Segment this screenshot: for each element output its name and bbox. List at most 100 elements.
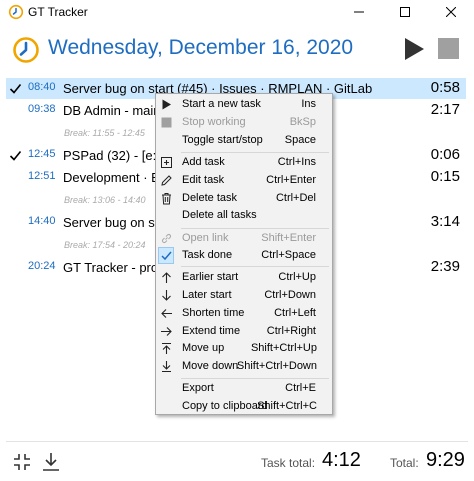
collapse-icon[interactable]	[13, 453, 31, 471]
task-start-time: 14:40	[28, 215, 56, 227]
task-duration: 3:14	[430, 213, 460, 230]
link-icon	[162, 234, 171, 243]
start-button[interactable]	[402, 37, 426, 61]
menu-separator	[181, 266, 329, 267]
arrow-up-icon	[162, 272, 171, 283]
menu-separator	[181, 378, 329, 379]
menu-item-stop-working[interactable]: Stop working BkSp	[157, 114, 331, 131]
menu-item-move-down[interactable]: Move down Shift+Ctrl+Down	[157, 358, 331, 375]
menu-item-shortcut: Space	[284, 134, 316, 146]
menu-item-shortcut: Ctrl+Up	[278, 271, 316, 283]
maximize-icon	[400, 7, 410, 17]
menu-item-earlier-start[interactable]: Earlier start Ctrl+Up	[157, 269, 331, 286]
menu-item-shorten-time[interactable]: Shorten time Ctrl+Left	[157, 305, 331, 322]
menu-item-shortcut: Shift+Ctrl+C	[257, 400, 317, 412]
task-start-time: 08:40	[28, 81, 56, 93]
maximize-button[interactable]	[382, 0, 428, 24]
trash-icon	[162, 193, 171, 205]
play-icon	[162, 99, 171, 110]
arrow-right-icon	[161, 327, 172, 336]
menu-item-shortcut: Ctrl+Right	[266, 325, 316, 337]
menu-item-shortcut: BkSp	[289, 116, 316, 128]
menu-item-shortcut: Ctrl+Ins	[277, 156, 316, 168]
menu-item-shortcut: Ctrl+Left	[274, 307, 316, 319]
move-down-icon	[162, 361, 171, 373]
menu-item-delete-all-tasks[interactable]: Delete all tasks	[157, 207, 331, 224]
task-total-label: Task total:	[261, 456, 316, 470]
menu-item-label: Shorten time	[182, 307, 245, 319]
minimize-icon	[354, 11, 364, 13]
minimize-button[interactable]	[336, 0, 382, 24]
window-title: GT Tracker	[28, 5, 88, 19]
menu-item-label: Start a new task	[182, 98, 261, 110]
clock-icon	[13, 37, 39, 63]
task-duration: 0:58	[430, 79, 460, 96]
break-label: Break: 17:54 - 20:24	[64, 240, 146, 250]
footer-divider	[6, 441, 468, 442]
menu-item-label: Delete all tasks	[182, 209, 257, 221]
menu-item-open-link[interactable]: Open link Shift+Enter	[157, 230, 331, 247]
menu-item-shortcut: Ctrl+Del	[275, 192, 316, 204]
close-icon	[446, 7, 456, 17]
arrow-down-icon	[162, 290, 171, 301]
menu-item-export[interactable]: Export Ctrl+E	[157, 380, 331, 397]
move-up-icon	[162, 342, 171, 354]
menu-item-label: Extend time	[182, 325, 241, 337]
app-clock-icon	[8, 4, 24, 20]
check-icon	[161, 251, 172, 261]
current-date: Wednesday, December 16, 2020	[48, 36, 354, 59]
menu-item-shortcut: Ctrl+E	[285, 382, 316, 394]
menu-item-label: Edit task	[182, 174, 225, 186]
total-value: 9:29	[426, 449, 465, 471]
task-duration: 2:17	[430, 101, 460, 118]
arrow-left-icon	[161, 309, 172, 318]
task-start-time: 20:24	[28, 260, 56, 272]
stop-button[interactable]	[438, 38, 459, 59]
task-start-time: 12:51	[28, 170, 56, 182]
break-label: Break: 11:55 - 12:45	[64, 128, 145, 138]
context-menu: Start a new task Ins Stop working BkSp T…	[155, 93, 333, 415]
menu-item-label: Stop working	[182, 116, 246, 128]
task-duration: 2:39	[430, 258, 460, 275]
menu-separator	[181, 152, 329, 153]
close-button[interactable]	[428, 0, 474, 24]
menu-item-later-start[interactable]: Later start Ctrl+Down	[157, 287, 331, 304]
menu-separator	[181, 228, 329, 229]
done-check-icon	[9, 150, 22, 161]
task-total-value: 4:12	[322, 449, 361, 471]
task-start-time: 09:38	[28, 103, 56, 115]
task-duration: 0:06	[430, 146, 460, 163]
menu-item-move-up[interactable]: Move up Shift+Ctrl+Up	[157, 340, 331, 357]
menu-item-label: Task done	[182, 249, 233, 261]
menu-item-shortcut: Ctrl+Enter	[266, 174, 316, 186]
menu-item-label: Move down	[182, 360, 239, 372]
menu-item-extend-time[interactable]: Extend time Ctrl+Right	[157, 323, 331, 340]
menu-item-start-task[interactable]: Start a new task Ins	[157, 96, 331, 113]
menu-item-shortcut: Ins	[301, 98, 316, 110]
menu-item-label: Move up	[182, 342, 225, 354]
menu-item-shortcut: Shift+Ctrl+Up	[250, 342, 317, 354]
menu-item-toggle-start-stop[interactable]: Toggle start/stop Space	[157, 132, 331, 149]
task-duration: 0:15	[430, 168, 460, 185]
menu-item-label: Add task	[182, 156, 225, 168]
done-check-icon	[9, 83, 22, 94]
pencil-icon	[161, 175, 172, 186]
download-icon[interactable]	[42, 452, 60, 472]
menu-item-shortcut: Shift+Ctrl+Down	[236, 360, 317, 372]
menu-item-delete-task[interactable]: Delete task Ctrl+Del	[157, 190, 331, 207]
menu-item-copy-to-clipboard[interactable]: Copy to clipboard Shift+Ctrl+C	[157, 398, 331, 415]
total-label: Total:	[390, 456, 419, 470]
break-label: Break: 13:06 - 14:40	[64, 195, 146, 205]
menu-item-edit-task[interactable]: Edit task Ctrl+Enter	[157, 172, 331, 189]
menu-item-label: Export	[182, 382, 214, 394]
menu-item-task-done[interactable]: Task done Ctrl+Space	[157, 247, 331, 264]
menu-item-label: Later start	[182, 289, 232, 301]
menu-item-label: Open link	[182, 232, 229, 244]
title-bar: GT Tracker	[0, 0, 474, 24]
menu-item-shortcut: Ctrl+Down	[264, 289, 316, 301]
menu-item-label: Toggle start/stop	[182, 134, 263, 146]
task-start-time: 12:45	[28, 148, 56, 160]
menu-item-label: Delete task	[182, 192, 238, 204]
menu-item-add-task[interactable]: Add task Ctrl+Ins	[157, 154, 331, 171]
play-icon	[405, 38, 424, 60]
